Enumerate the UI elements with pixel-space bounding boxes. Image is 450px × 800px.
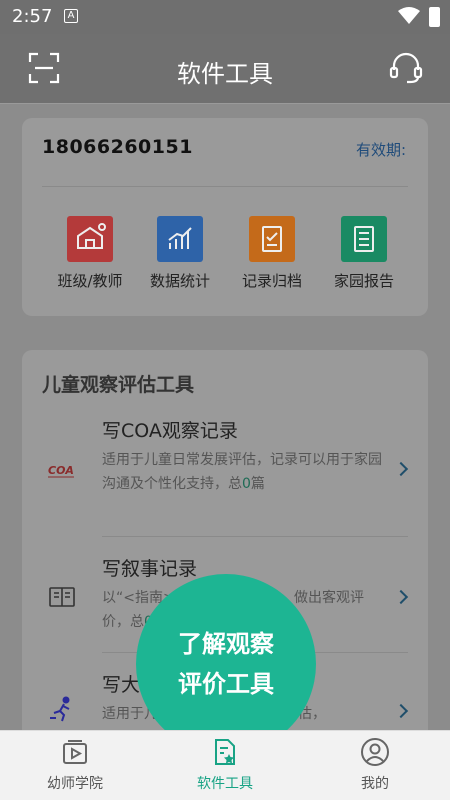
class-teacher-button[interactable]: 班级/教师 [50,216,130,292]
home-school-report-button[interactable]: 家园报告 [324,216,404,292]
tab-label: 我的 [361,776,389,792]
clipboard-icon [249,216,295,262]
bubble-line-1: 了解观察 [178,630,274,658]
record-archive-button[interactable]: 记录归档 [232,216,312,292]
chevron-right-icon [393,589,409,605]
item-title: 写COA观察记录 [102,420,238,442]
list-item-coa[interactable]: COA 写COA观察记录 适用于儿童日常发展评估，记录可以用于家园沟通及个性化支… [22,412,428,537]
tab-label: 幼师学院 [47,776,103,792]
page-title: 软件工具 [177,60,273,88]
chevron-right-icon [393,703,409,719]
video-icon [60,737,90,767]
tab-software-tools[interactable]: 软件工具 [150,737,300,793]
validity-label[interactable]: 有效期: [356,139,406,160]
wifi-icon [398,7,420,29]
data-statistics-button[interactable]: 数据统计 [140,216,220,292]
headset-icon[interactable] [388,50,424,90]
function-label: 家园报告 [333,272,394,290]
app-header: 软件工具 [0,34,450,104]
bottom-tab-bar: 幼师学院 软件工具 我的 [0,730,450,800]
item-description: 适用于儿童日常发展评估，记录可以用于家园沟通及个性化支持，总0篇 [102,452,382,492]
running-person-icon [46,696,78,722]
account-phone: 18066260151 [42,136,193,158]
status-time: 2:57 [12,6,53,27]
function-label: 数据统计 [149,272,210,290]
tab-label: 软件工具 [197,776,253,792]
status-bar: 2:57 A [0,0,450,34]
bubble-line-2: 评价工具 [178,670,274,698]
section-title: 儿童观察评估工具 [42,374,195,396]
main-content: 18066260151 有效期: 班级/教师 数据统计 记录归档 家园报告 儿童… [0,104,450,730]
tab-teacher-academy[interactable]: 幼师学院 [0,737,150,793]
document-star-icon [210,737,240,767]
account-card: 18066260151 有效期: 班级/教师 数据统计 记录归档 家园报告 [22,118,428,316]
bar-chart-icon [157,216,203,262]
divider [102,536,408,537]
function-label: 记录归档 [241,272,302,290]
report-icon [341,216,387,262]
item-title: 写叙事记录 [102,558,198,580]
house-icon [67,216,113,262]
book-icon [46,584,78,610]
divider [42,186,408,187]
battery-icon [429,7,440,27]
chevron-right-icon [393,461,409,477]
function-label: 班级/教师 [57,272,123,290]
user-icon [360,737,390,767]
sim-icon: A [64,9,78,23]
svg-text:COA: COA [48,464,74,477]
tab-my[interactable]: 我的 [300,737,450,793]
coa-logo-icon: COA [46,456,78,482]
